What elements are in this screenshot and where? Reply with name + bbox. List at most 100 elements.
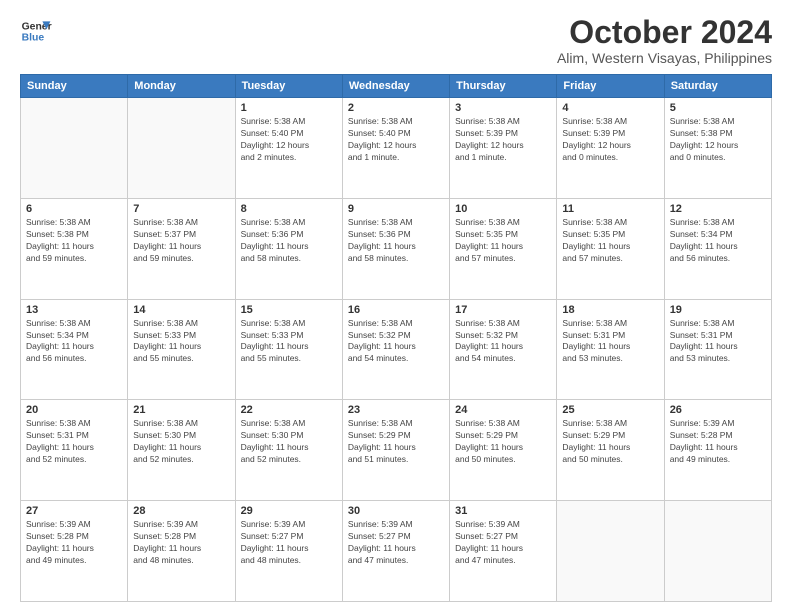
table-row: 7 Sunrise: 5:38 AM Sunset: 5:37 PM Daylig… xyxy=(128,198,235,299)
day-number: 15 xyxy=(241,304,337,316)
day-detail: Sunrise: 5:38 AM Sunset: 5:30 PM Dayligh… xyxy=(133,418,229,466)
day-number: 1 xyxy=(241,102,337,114)
table-row xyxy=(21,98,128,199)
header: General Blue October 2024 Alim, Western … xyxy=(20,15,772,66)
day-detail: Sunrise: 5:38 AM Sunset: 5:35 PM Dayligh… xyxy=(455,217,551,265)
day-detail: Sunrise: 5:39 AM Sunset: 5:27 PM Dayligh… xyxy=(455,519,551,567)
day-number: 18 xyxy=(562,304,658,316)
day-detail: Sunrise: 5:39 AM Sunset: 5:28 PM Dayligh… xyxy=(133,519,229,567)
day-number: 5 xyxy=(670,102,766,114)
page: General Blue October 2024 Alim, Western … xyxy=(0,0,792,612)
table-row: 28Sunrise: 5:39 AM Sunset: 5:28 PM Dayli… xyxy=(128,501,235,602)
day-number: 26 xyxy=(670,404,766,416)
table-row: 15 Sunrise: 5:38 AM Sunset: 5:33 PM Dayli… xyxy=(235,299,342,400)
day-detail: Sunrise: 5:38 AM Sunset: 5:31 PM Dayligh… xyxy=(562,318,658,366)
day-detail: Sunrise: 5:38 AM Sunset: 5:33 PM Dayligh… xyxy=(241,318,337,366)
day-detail: Sunrise: 5:38 AM Sunset: 5:29 PM Dayligh… xyxy=(455,418,551,466)
day-detail: Sunrise: 5:39 AM Sunset: 5:28 PM Dayligh… xyxy=(670,418,766,466)
day-detail: Sunrise: 5:38 AM Sunset: 5:38 PM Dayligh… xyxy=(670,116,766,164)
day-number: 31 xyxy=(455,505,551,517)
table-row: 9 Sunrise: 5:38 AM Sunset: 5:36 PM Daylig… xyxy=(342,198,449,299)
day-number: 23 xyxy=(348,404,444,416)
day-detail: Sunrise: 5:38 AM Sunset: 5:37 PM Dayligh… xyxy=(133,217,229,265)
day-number: 20 xyxy=(26,404,122,416)
table-row: 22 Sunrise: 5:38 AM Sunset: 5:30 PM Dayli… xyxy=(235,400,342,501)
day-detail: Sunrise: 5:38 AM Sunset: 5:35 PM Dayligh… xyxy=(562,217,658,265)
header-saturday: Saturday xyxy=(664,75,771,98)
day-number: 7 xyxy=(133,203,229,215)
day-detail: Sunrise: 5:38 AM Sunset: 5:29 PM Dayligh… xyxy=(562,418,658,466)
table-row: 3Sunrise: 5:38 AM Sunset: 5:39 PM Daylig… xyxy=(450,98,557,199)
table-row xyxy=(557,501,664,602)
calendar-week-row: 13 Sunrise: 5:38 AM Sunset: 5:34 PM Dayli… xyxy=(21,299,772,400)
location: Alim, Western Visayas, Philippines xyxy=(557,50,772,66)
day-number: 27 xyxy=(26,505,122,517)
day-detail: Sunrise: 5:38 AM Sunset: 5:40 PM Dayligh… xyxy=(241,116,337,164)
table-row: 19Sunrise: 5:38 AM Sunset: 5:31 PM Dayli… xyxy=(664,299,771,400)
table-row: 10Sunrise: 5:38 AM Sunset: 5:35 PM Dayli… xyxy=(450,198,557,299)
day-number: 24 xyxy=(455,404,551,416)
day-detail: Sunrise: 5:39 AM Sunset: 5:27 PM Dayligh… xyxy=(241,519,337,567)
header-wednesday: Wednesday xyxy=(342,75,449,98)
table-row: 26 Sunrise: 5:39 AM Sunset: 5:28 PM Dayli… xyxy=(664,400,771,501)
day-number: 30 xyxy=(348,505,444,517)
table-row: 5 Sunrise: 5:38 AM Sunset: 5:38 PM Daylig… xyxy=(664,98,771,199)
day-number: 17 xyxy=(455,304,551,316)
table-row: 1 Sunrise: 5:38 AM Sunset: 5:40 PM Daylig… xyxy=(235,98,342,199)
day-number: 21 xyxy=(133,404,229,416)
day-number: 13 xyxy=(26,304,122,316)
table-row: 25Sunrise: 5:38 AM Sunset: 5:29 PM Dayli… xyxy=(557,400,664,501)
day-detail: Sunrise: 5:39 AM Sunset: 5:28 PM Dayligh… xyxy=(26,519,122,567)
table-row: 14 Sunrise: 5:38 AM Sunset: 5:33 PM Dayli… xyxy=(128,299,235,400)
day-detail: Sunrise: 5:38 AM Sunset: 5:32 PM Dayligh… xyxy=(455,318,551,366)
day-number: 6 xyxy=(26,203,122,215)
day-detail: Sunrise: 5:38 AM Sunset: 5:31 PM Dayligh… xyxy=(670,318,766,366)
table-row: 30Sunrise: 5:39 AM Sunset: 5:27 PM Dayli… xyxy=(342,501,449,602)
day-detail: Sunrise: 5:38 AM Sunset: 5:39 PM Dayligh… xyxy=(455,116,551,164)
month-title: October 2024 xyxy=(557,15,772,50)
table-row: 18 Sunrise: 5:38 AM Sunset: 5:31 PM Dayli… xyxy=(557,299,664,400)
header-monday: Monday xyxy=(128,75,235,98)
calendar-table: Sunday Monday Tuesday Wednesday Thursday… xyxy=(20,74,772,602)
day-detail: Sunrise: 5:38 AM Sunset: 5:40 PM Dayligh… xyxy=(348,116,444,164)
day-detail: Sunrise: 5:38 AM Sunset: 5:39 PM Dayligh… xyxy=(562,116,658,164)
day-number: 8 xyxy=(241,203,337,215)
table-row: 13 Sunrise: 5:38 AM Sunset: 5:34 PM Dayli… xyxy=(21,299,128,400)
logo-icon: General Blue xyxy=(20,15,52,47)
table-row: 8Sunrise: 5:38 AM Sunset: 5:36 PM Daylig… xyxy=(235,198,342,299)
table-row: 27 Sunrise: 5:39 AM Sunset: 5:28 PM Dayli… xyxy=(21,501,128,602)
table-row: 6 Sunrise: 5:38 AM Sunset: 5:38 PM Daylig… xyxy=(21,198,128,299)
day-number: 29 xyxy=(241,505,337,517)
table-row: 16Sunrise: 5:38 AM Sunset: 5:32 PM Dayli… xyxy=(342,299,449,400)
day-detail: Sunrise: 5:38 AM Sunset: 5:34 PM Dayligh… xyxy=(26,318,122,366)
calendar-week-row: 20 Sunrise: 5:38 AM Sunset: 5:31 PM Dayli… xyxy=(21,400,772,501)
day-detail: Sunrise: 5:38 AM Sunset: 5:32 PM Dayligh… xyxy=(348,318,444,366)
table-row: 2 Sunrise: 5:38 AM Sunset: 5:40 PM Daylig… xyxy=(342,98,449,199)
day-detail: Sunrise: 5:38 AM Sunset: 5:33 PM Dayligh… xyxy=(133,318,229,366)
title-block: October 2024 Alim, Western Visayas, Phil… xyxy=(557,15,772,66)
table-row: 11 Sunrise: 5:38 AM Sunset: 5:35 PM Dayli… xyxy=(557,198,664,299)
day-detail: Sunrise: 5:38 AM Sunset: 5:30 PM Dayligh… xyxy=(241,418,337,466)
day-number: 14 xyxy=(133,304,229,316)
table-row: 20 Sunrise: 5:38 AM Sunset: 5:31 PM Dayli… xyxy=(21,400,128,501)
day-detail: Sunrise: 5:38 AM Sunset: 5:36 PM Dayligh… xyxy=(348,217,444,265)
day-number: 2 xyxy=(348,102,444,114)
calendar-header-row: Sunday Monday Tuesday Wednesday Thursday… xyxy=(21,75,772,98)
calendar-week-row: 27 Sunrise: 5:39 AM Sunset: 5:28 PM Dayli… xyxy=(21,501,772,602)
table-row: 17 Sunrise: 5:38 AM Sunset: 5:32 PM Dayli… xyxy=(450,299,557,400)
calendar-week-row: 6 Sunrise: 5:38 AM Sunset: 5:38 PM Daylig… xyxy=(21,198,772,299)
table-row: 21 Sunrise: 5:38 AM Sunset: 5:30 PM Dayli… xyxy=(128,400,235,501)
day-detail: Sunrise: 5:38 AM Sunset: 5:38 PM Dayligh… xyxy=(26,217,122,265)
day-number: 22 xyxy=(241,404,337,416)
table-row: 4 Sunrise: 5:38 AM Sunset: 5:39 PM Daylig… xyxy=(557,98,664,199)
day-number: 9 xyxy=(348,203,444,215)
header-friday: Friday xyxy=(557,75,664,98)
table-row: 24 Sunrise: 5:38 AM Sunset: 5:29 PM Dayli… xyxy=(450,400,557,501)
table-row: 31 Sunrise: 5:39 AM Sunset: 5:27 PM Dayli… xyxy=(450,501,557,602)
logo: General Blue xyxy=(20,15,52,47)
day-number: 4 xyxy=(562,102,658,114)
day-number: 11 xyxy=(562,203,658,215)
day-detail: Sunrise: 5:38 AM Sunset: 5:31 PM Dayligh… xyxy=(26,418,122,466)
day-detail: Sunrise: 5:38 AM Sunset: 5:29 PM Dayligh… xyxy=(348,418,444,466)
day-number: 12 xyxy=(670,203,766,215)
